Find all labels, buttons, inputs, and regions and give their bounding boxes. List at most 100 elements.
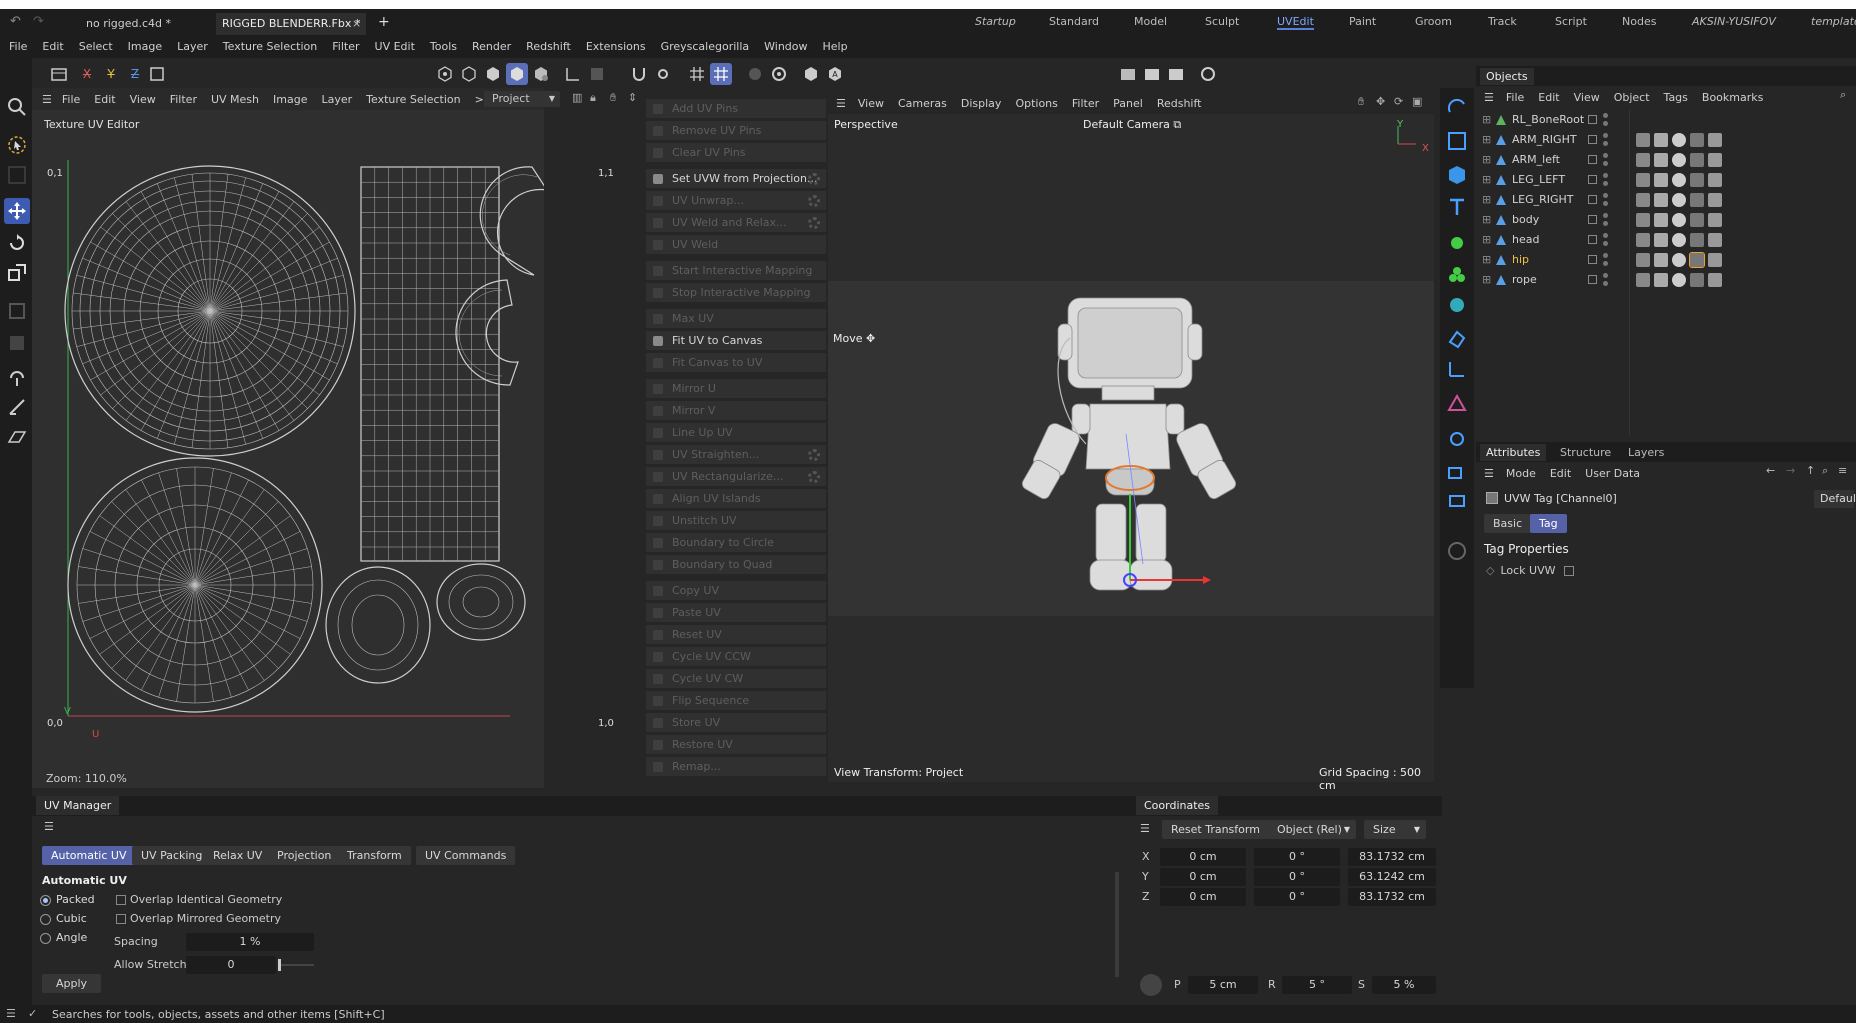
object-row[interactable]: ⊞ RL_BoneRoot [1476, 110, 1856, 130]
uv-points-mode-icon[interactable] [530, 63, 552, 85]
command-settings-icon[interactable] [808, 217, 820, 229]
expand-icon[interactable]: ⊞ [1482, 250, 1491, 270]
uv-command-item[interactable]: Restore UV [646, 734, 826, 754]
viewport-hamburger-icon[interactable]: ☰ [836, 97, 846, 110]
selection-tag-icon[interactable] [1708, 273, 1722, 287]
expand-icon[interactable]: ⊞ [1482, 110, 1491, 130]
uv-command-item[interactable]: UV Unwrap... [646, 190, 826, 210]
expand-icon[interactable]: ⊞ [1482, 230, 1491, 250]
uvw-tag-icon[interactable] [1690, 153, 1704, 167]
material-tag-icon[interactable] [1672, 173, 1686, 187]
close-tab-icon[interactable]: × [352, 17, 361, 30]
light-icon[interactable] [1444, 428, 1470, 454]
reset-transform-button[interactable]: Reset Transform [1162, 820, 1269, 839]
grid-snap-icon[interactable] [710, 63, 732, 85]
undo-icon[interactable]: ↶ [10, 14, 21, 29]
uv-island-circle-top[interactable] [64, 165, 356, 457]
visibility-check-icon[interactable] [1588, 155, 1597, 164]
render-visibility-dot[interactable] [1603, 241, 1608, 246]
position-field[interactable]: 0 cm [1160, 848, 1246, 866]
plane-tool-icon[interactable] [4, 424, 30, 450]
floor-icon[interactable] [1444, 490, 1470, 516]
expand-icon[interactable]: ⊞ [1482, 130, 1491, 150]
layout-track[interactable]: Track [1488, 15, 1517, 28]
generator-icon[interactable] [1444, 230, 1470, 256]
r-field[interactable]: 5 ° [1282, 976, 1352, 994]
slider-handle[interactable] [278, 959, 281, 971]
grid-icon[interactable] [686, 63, 708, 85]
null-icon[interactable] [1444, 356, 1470, 382]
forward-arrow-icon[interactable]: → [1786, 464, 1795, 477]
selection-tag-icon[interactable] [1708, 153, 1722, 167]
status-menu-icon[interactable]: ☰ [6, 1007, 16, 1020]
uv-command-item[interactable]: Store UV [646, 712, 826, 732]
menu-image[interactable]: Image [128, 40, 162, 53]
pan-icon[interactable]: ✋︎ [610, 91, 616, 105]
allow-stretch-field[interactable]: 0 [186, 956, 276, 974]
ik-tag-icon[interactable] [1654, 273, 1668, 287]
uv-command-item[interactable]: Set UVW from Projection... [646, 168, 826, 188]
selection-tag-icon[interactable] [1708, 173, 1722, 187]
ik-tag-icon[interactable] [1654, 253, 1668, 267]
points-mode-icon[interactable] [434, 63, 456, 85]
edges-mode-icon[interactable] [458, 63, 480, 85]
vp-menu-options[interactable]: Options [1015, 97, 1057, 110]
rotation-field[interactable]: 0 ° [1254, 848, 1340, 866]
rotation-field[interactable]: 0 ° [1254, 868, 1340, 886]
animation-key-icon[interactable]: ◇ [1486, 564, 1494, 577]
attributes-hamburger-icon[interactable]: ☰ [1484, 467, 1494, 480]
menu-greyscalegorilla[interactable]: Greyscalegorilla [661, 40, 750, 53]
doc-tab-rigged[interactable]: RIGGED BLENDERR.Fbx * [216, 13, 367, 35]
uv-command-item[interactable]: UV Weld and Relax... [646, 212, 826, 232]
command-settings-icon[interactable] [808, 449, 820, 461]
apply-button[interactable]: Apply [42, 974, 102, 993]
attr-menu-edit[interactable]: Edit [1550, 467, 1571, 480]
selection-tag-icon[interactable] [1708, 213, 1722, 227]
uv-island-arc-top[interactable] [479, 166, 544, 276]
vp-menu-filter[interactable]: Filter [1072, 97, 1099, 110]
uv-command-item[interactable]: Mirror U [646, 378, 826, 398]
deformer-icon[interactable] [1444, 292, 1470, 318]
uv-menu-filter[interactable]: Filter [170, 93, 197, 106]
menu-help[interactable]: Help [823, 40, 848, 53]
snap-settings-icon[interactable] [652, 63, 674, 85]
layout-template[interactable]: template [1811, 15, 1856, 28]
coords-hamburger-icon[interactable]: ☰ [1140, 822, 1150, 835]
render-visibility-dot[interactable] [1603, 181, 1608, 186]
visibility-check-icon[interactable] [1588, 195, 1597, 204]
render-visibility-dot[interactable] [1603, 281, 1608, 286]
menu-file[interactable]: File [9, 40, 27, 53]
expand-icon[interactable]: ⊞ [1482, 170, 1491, 190]
uv-menu-layer[interactable]: Layer [321, 93, 352, 106]
vp-menu-display[interactable]: Display [961, 97, 1002, 110]
uv-menu-image[interactable]: Image [273, 93, 307, 106]
coordinate-system-icon[interactable] [146, 63, 168, 85]
angle-radio[interactable] [40, 932, 51, 944]
uv-menu-more[interactable]: > [475, 93, 484, 106]
apply-transform-icon[interactable] [1140, 974, 1162, 996]
render-visibility-dot[interactable] [1603, 221, 1608, 226]
brush-tool-icon[interactable] [4, 330, 30, 356]
cloner-icon[interactable] [1444, 262, 1470, 288]
uv-command-item[interactable]: Cycle UV CCW [646, 646, 826, 666]
coordinates-tab[interactable]: Coordinates [1136, 796, 1219, 815]
tab-projection[interactable]: Projection [268, 846, 341, 865]
redshift-ipr-icon[interactable] [1197, 63, 1219, 85]
uv-island-rect[interactable] [360, 166, 500, 562]
visibility-check-icon[interactable] [1588, 255, 1597, 264]
overlap-mirrored-row[interactable]: Overlap Mirrored Geometry [116, 912, 281, 925]
uv-command-item[interactable]: Max UV [646, 308, 826, 328]
uvw-tag-icon[interactable] [1690, 213, 1704, 227]
menu-render[interactable]: Render [472, 40, 511, 53]
vp-pan-icon[interactable]: ✋︎ [1358, 95, 1364, 109]
vp-menu-view[interactable]: View [858, 97, 884, 110]
mode-packed[interactable]: Packed [40, 893, 95, 906]
render-visibility-dot[interactable] [1603, 161, 1608, 166]
uv-command-item[interactable]: Copy UV [646, 580, 826, 600]
expand-icon[interactable]: ⊞ [1482, 210, 1491, 230]
material-tag-icon[interactable] [1672, 213, 1686, 227]
uv-command-item[interactable]: Boundary to Circle [646, 532, 826, 552]
layout-aksin-yusifov[interactable]: AKSIN-YUSIFOV [1692, 15, 1776, 28]
camera-icon[interactable] [1444, 460, 1470, 486]
back-arrow-icon[interactable]: ← [1766, 464, 1775, 477]
